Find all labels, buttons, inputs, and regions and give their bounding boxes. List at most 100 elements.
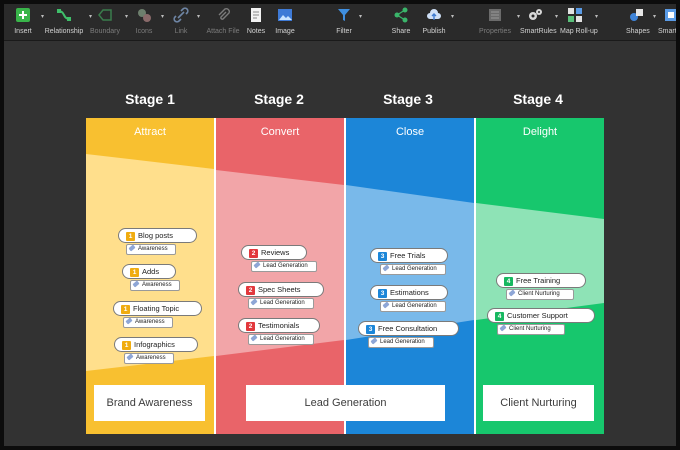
link-button[interactable]: ▾ Link <box>170 6 200 40</box>
icons-dropdown-arrow[interactable]: ▾ <box>161 13 164 20</box>
tag-icon <box>132 280 140 288</box>
topic-label: Free Trials <box>390 251 426 260</box>
tag-client-nurturing[interactable]: Client Nurturing <box>497 324 565 335</box>
boundary-label: Boundary <box>90 28 120 35</box>
topic-estimations[interactable]: 3 Estimations <box>370 285 448 300</box>
notes-button[interactable]: Notes <box>245 6 267 40</box>
outcome-lead-generation[interactable]: Lead Generation <box>246 385 445 421</box>
tag-icon <box>508 289 516 297</box>
relationship-icon <box>56 7 72 23</box>
link-dropdown-arrow[interactable]: ▾ <box>197 13 200 20</box>
topic-floating-topic[interactable]: 1 Floating Topic <box>113 301 202 316</box>
tag-label: Lead Generation <box>260 300 305 306</box>
stage-2-header: Stage 2 <box>254 91 304 107</box>
outcome-brand-awareness[interactable]: Brand Awareness <box>94 385 205 421</box>
topic-label: Spec Sheets <box>258 285 301 294</box>
tag-icon <box>250 334 258 342</box>
tag-awareness[interactable]: Awareness <box>124 353 174 364</box>
tag-label: Lead Generation <box>263 263 308 269</box>
filter-dropdown-arrow[interactable]: ▾ <box>359 13 362 20</box>
boundary-icon <box>97 7 113 23</box>
topic-reviews[interactable]: 2 Reviews <box>241 245 307 260</box>
priority-4-icon: 4 <box>495 311 504 321</box>
tag-icon <box>382 301 390 309</box>
notes-label: Notes <box>246 28 266 35</box>
topic-label: Testimonials <box>258 321 300 330</box>
tag-lead-generation[interactable]: Lead Generation <box>380 301 446 312</box>
tag-lead-generation[interactable]: Lead Generation <box>368 337 434 348</box>
paperclip-icon <box>215 7 231 23</box>
share-button[interactable]: Share <box>390 6 412 40</box>
column-separator <box>214 118 216 434</box>
tag-icon <box>125 317 133 325</box>
attach-file-button[interactable]: Attach File <box>204 6 242 40</box>
funnel-board: Attract Convert Close Delight 1 Blog post <box>86 118 604 434</box>
map-rollup-icon <box>567 7 583 23</box>
filter-label: Filter <box>336 28 352 35</box>
tag-label: Lead Generation <box>392 303 437 309</box>
tag-label: Awareness <box>136 355 166 361</box>
gears-icon <box>527 7 543 23</box>
map-rollup-dropdown-arrow[interactable]: ▾ <box>595 13 598 20</box>
properties-icon <box>487 7 503 23</box>
tag-icon <box>250 298 258 306</box>
stage-1-header: Stage 1 <box>125 91 175 107</box>
topic-label: Reviews <box>261 248 290 257</box>
topic-blog-posts[interactable]: 1 Blog posts <box>118 228 197 243</box>
tag-awareness[interactable]: Awareness <box>130 280 180 291</box>
shapes-label: Shapes <box>626 28 650 35</box>
relationship-button[interactable]: ▾ Relationship <box>44 6 92 40</box>
share-icon <box>393 7 409 23</box>
tag-awareness[interactable]: Awareness <box>123 317 173 328</box>
publish-button[interactable]: ▾ Publish <box>422 6 454 40</box>
topic-customer-support[interactable]: 4 Customer Support <box>487 308 595 323</box>
smart-style-button[interactable]: Smart S <box>658 6 676 40</box>
outcome-client-nurturing[interactable]: Client Nurturing <box>483 385 594 421</box>
tag-awareness[interactable]: Awareness <box>126 244 176 255</box>
tag-lead-generation[interactable]: Lead Generation <box>251 261 317 272</box>
priority-2-icon: 2 <box>249 248 258 258</box>
notes-icon <box>248 7 264 23</box>
map-rollup-button[interactable]: ▾ Map Roll-up <box>560 6 598 40</box>
tag-client-nurturing[interactable]: Client Nurturing <box>506 289 574 300</box>
image-icon <box>277 7 293 23</box>
properties-button[interactable]: ▾ Properties <box>478 6 520 40</box>
boundary-dropdown-arrow[interactable]: ▾ <box>125 13 128 20</box>
app-window: ▾ Insert ▾ Relationship ▾ Boundary ▾ Ico… <box>0 0 680 450</box>
topic-free-consultation[interactable]: 3 Free Consultation <box>358 321 459 336</box>
shapes-button[interactable]: ▾ Shapes <box>626 6 656 40</box>
smartrules-dropdown-arrow[interactable]: ▾ <box>555 13 558 20</box>
tag-lead-generation[interactable]: Lead Generation <box>248 334 314 345</box>
topic-label: Free Consultation <box>378 324 438 333</box>
tag-lead-generation[interactable]: Lead Generation <box>380 264 446 275</box>
topic-infographics[interactable]: 1 Infographics <box>114 337 198 352</box>
publish-dropdown-arrow[interactable]: ▾ <box>451 13 454 20</box>
tag-lead-generation[interactable]: Lead Generation <box>248 298 314 309</box>
smartrules-button[interactable]: ▾ SmartRules <box>520 6 558 40</box>
topic-label: Estimations <box>390 288 429 297</box>
smart-style-icon <box>663 7 676 23</box>
icons-button[interactable]: ▾ Icons <box>132 6 164 40</box>
topic-testimonials[interactable]: 2 Testimonials <box>238 318 320 333</box>
insert-button[interactable]: ▾ Insert <box>10 6 44 40</box>
topic-free-trials[interactable]: 3 Free Trials <box>370 248 448 263</box>
shapes-dropdown-arrow[interactable]: ▾ <box>653 13 656 20</box>
smartrules-label: SmartRules <box>520 28 557 35</box>
funnel-segment-4 <box>476 203 604 320</box>
topic-free-training[interactable]: 4 Free Training <box>496 273 586 288</box>
attach-file-label: Attach File <box>206 28 240 35</box>
tag-label: Client Nurturing <box>518 291 560 297</box>
boundary-button[interactable]: ▾ Boundary <box>90 6 128 40</box>
image-button[interactable]: Image <box>274 6 296 40</box>
tag-label: Lead Generation <box>380 339 425 345</box>
tag-label: Lead Generation <box>392 266 437 272</box>
image-label: Image <box>275 28 295 35</box>
tag-label: Awareness <box>138 246 168 252</box>
shapes-icon <box>629 7 645 23</box>
map-canvas[interactable]: Stage 1 Stage 2 Stage 3 Stage 4 Attract … <box>4 41 676 446</box>
topic-adds[interactable]: 1 Adds <box>122 264 176 279</box>
icons-label: Icons <box>135 28 153 35</box>
priority-1-icon: 1 <box>126 231 135 241</box>
topic-spec-sheets[interactable]: 2 Spec Sheets <box>238 282 324 297</box>
filter-button[interactable]: ▾ Filter <box>334 6 362 40</box>
